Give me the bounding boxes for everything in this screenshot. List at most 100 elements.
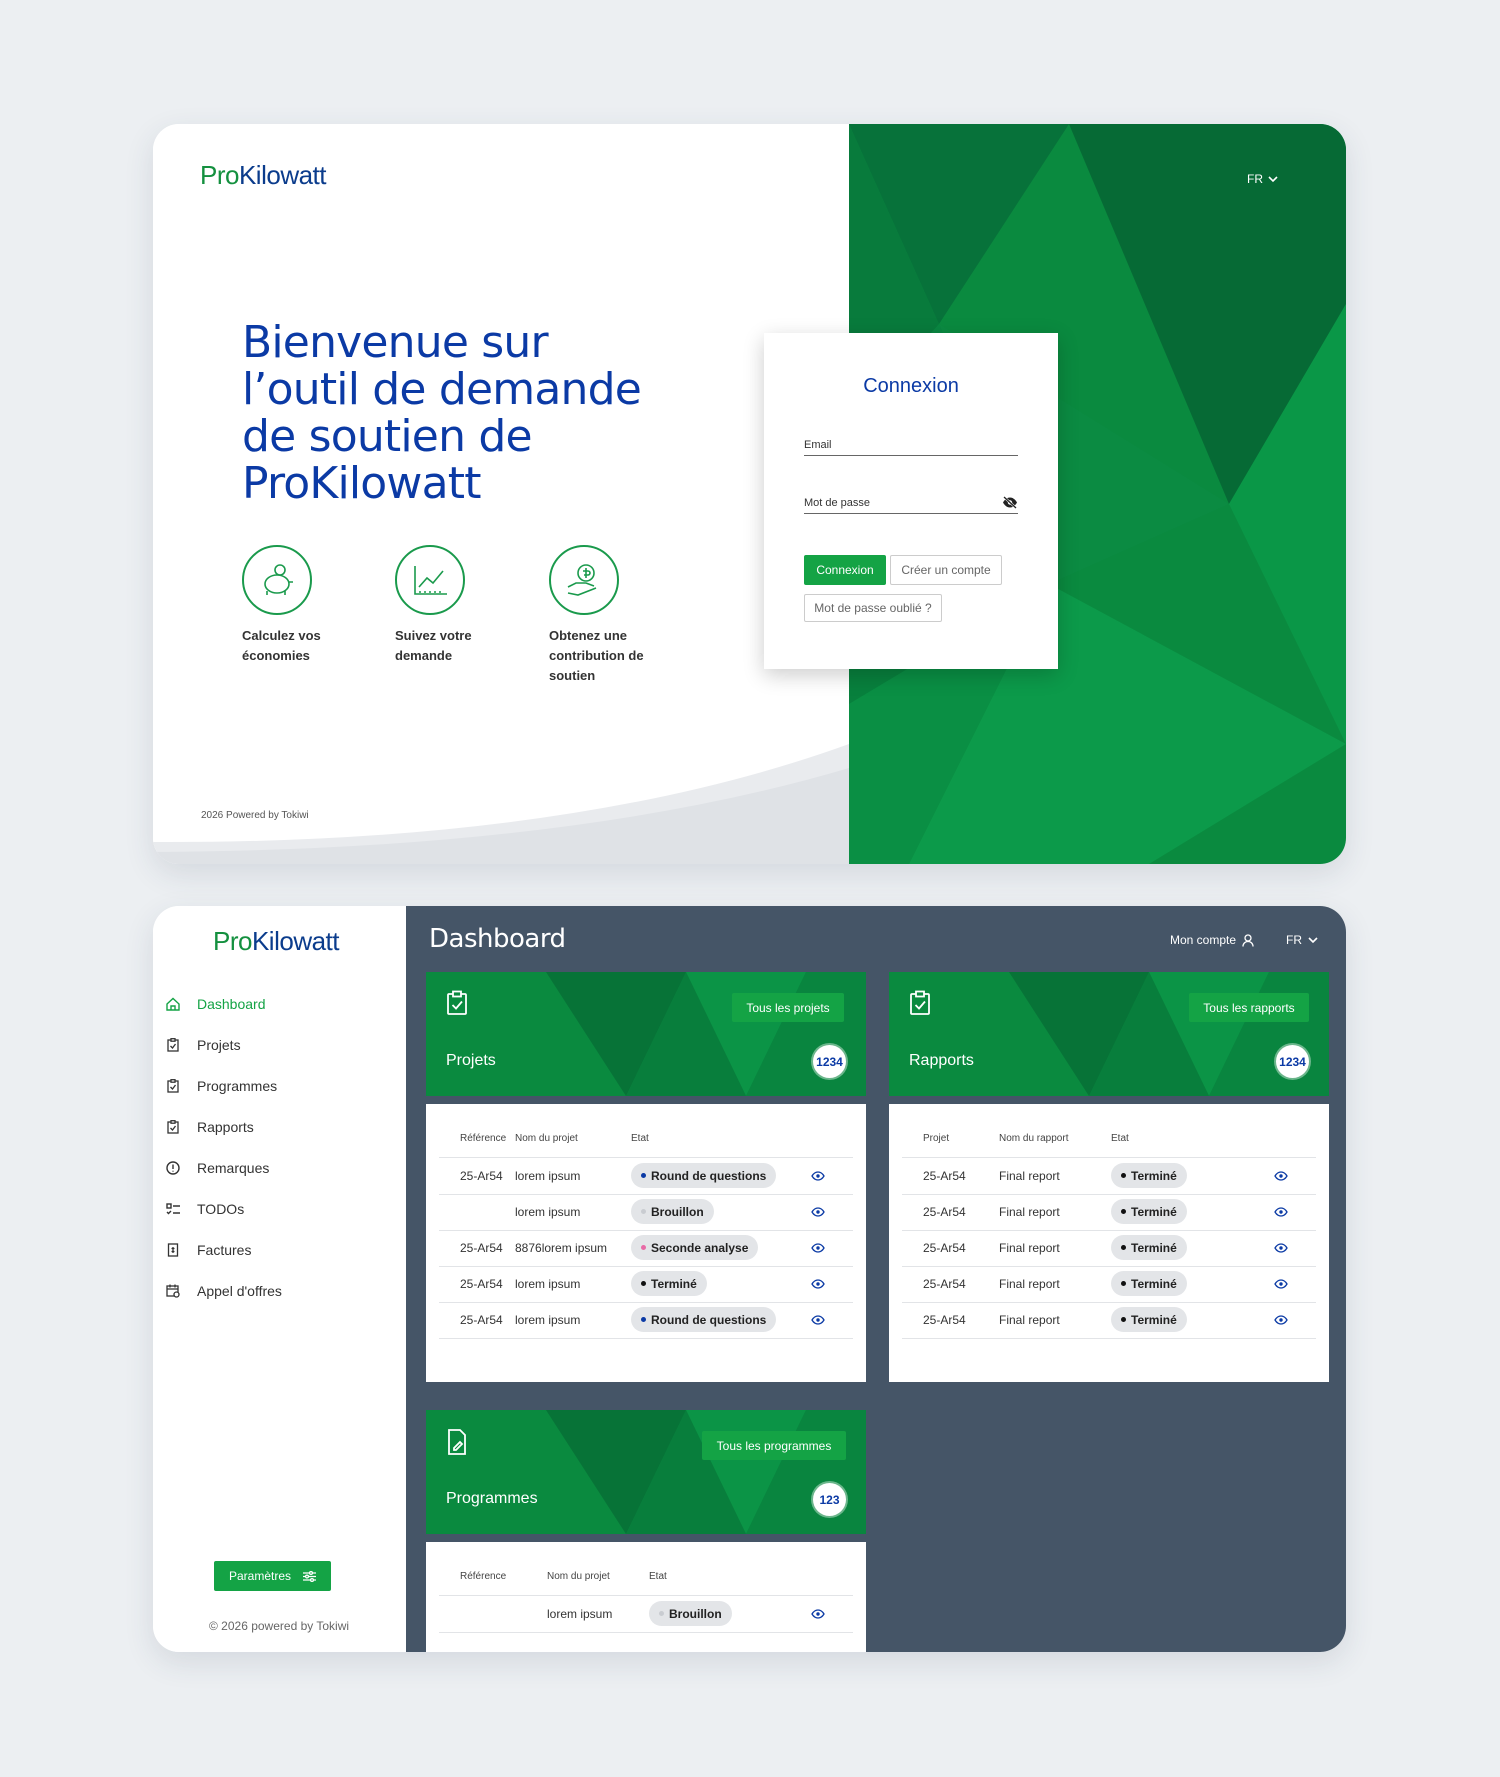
view-eye-icon[interactable] (811, 1207, 825, 1217)
forgot-password-button[interactable]: Mot de passe oublié ? (804, 594, 942, 622)
reference-cell: 25-Ar54 (460, 1241, 503, 1255)
reference-cell: 25-Ar54 (923, 1169, 966, 1183)
name-cell: lorem ipsum (515, 1313, 581, 1327)
sidebar-item-programmes[interactable]: Programmes (165, 1078, 277, 1094)
feature-contribution: Obtenez une contribution de soutien (549, 545, 659, 686)
feature-tracking: Suivez votre demande (395, 545, 505, 666)
password-label: Mot de passe (804, 497, 871, 509)
status-label: Brouillon (669, 1606, 722, 1621)
projects-table: Référence Nom du projet Etat 25-Ar54 lorem i… (426, 1104, 866, 1382)
status-badge: Terminé (1111, 1271, 1187, 1296)
view-eye-icon[interactable] (1274, 1315, 1288, 1325)
status-dot (1121, 1245, 1126, 1250)
sidebar-item-label: Remarques (197, 1160, 270, 1176)
table-row: 25-Ar54 Final report Terminé (889, 1302, 1329, 1338)
status-badge: Brouillon (631, 1199, 714, 1224)
column-header: Nom du rapport (999, 1133, 1069, 1144)
checklist-icon (165, 1201, 181, 1217)
polygon-pattern (546, 1410, 866, 1534)
sidebar-item-label: Factures (197, 1242, 252, 1258)
view-eye-icon[interactable] (811, 1171, 825, 1181)
view-eye-icon[interactable] (811, 1279, 825, 1289)
divider (902, 1338, 1316, 1339)
programmes-panel-header: Tous les programmes Programmes 123 (426, 1410, 866, 1534)
status-badge: Terminé (1111, 1163, 1187, 1188)
email-field[interactable]: Email (804, 439, 1018, 456)
status-label: Round de questions (651, 1312, 767, 1327)
table-row: 25-Ar54 lorem ipsum Round de questions (426, 1302, 866, 1338)
view-eye-icon[interactable] (811, 1243, 825, 1253)
reference-cell: 25-Ar54 (923, 1205, 966, 1219)
status-label: Terminé (1131, 1240, 1177, 1255)
create-account-button[interactable]: Créer un compte (890, 555, 1002, 585)
language-selector[interactable]: FR (1247, 172, 1278, 186)
prokilowatt-logo: ProKilowatt (213, 926, 340, 956)
sidebar-item-appel-offres[interactable]: Appel d'offres (165, 1283, 282, 1299)
column-header: Référence (460, 1571, 507, 1582)
login-button[interactable]: Connexion (804, 555, 886, 585)
sidebar-item-dashboard[interactable]: Dashboard (165, 996, 266, 1012)
settings-button[interactable]: Paramètres (214, 1561, 331, 1591)
login-form: Connexion Email Mot de passe Connexion C… (764, 333, 1058, 669)
all-programmes-button[interactable]: Tous les programmes (702, 1431, 846, 1460)
all-reports-button[interactable]: Tous les rapports (1189, 993, 1309, 1022)
sidebar-item-projets[interactable]: Projets (165, 1037, 241, 1053)
feature-label: Suivez votre demande (395, 628, 472, 663)
status-dot (1121, 1209, 1126, 1214)
sidebar-item-label: Appel d'offres (197, 1283, 282, 1299)
status-label: Terminé (1131, 1168, 1177, 1183)
status-dot (641, 1317, 646, 1322)
account-menu[interactable]: Mon compte (1170, 933, 1254, 947)
sidebar-item-label: Projets (197, 1037, 241, 1053)
all-projects-button[interactable]: Tous les projets (732, 993, 844, 1022)
status-label: Terminé (1131, 1312, 1177, 1327)
status-badge: Round de questions (631, 1307, 777, 1332)
sidebar-item-label: TODOs (197, 1201, 245, 1217)
view-eye-icon[interactable] (1274, 1171, 1288, 1181)
clipboard-check-icon (165, 1037, 181, 1053)
programmes-table: Référence Nom du projet Etat lorem ipsum Bro… (426, 1542, 866, 1652)
password-field[interactable]: Mot de passe (804, 496, 1018, 514)
column-header: Nom du projet (547, 1571, 610, 1582)
table-row: 25-Ar54 Final report Terminé (889, 1158, 1329, 1194)
table-row: lorem ipsum Brouillon (426, 1194, 866, 1230)
info-circle-icon (165, 1160, 181, 1176)
view-eye-icon[interactable] (811, 1315, 825, 1325)
status-label: Seconde analyse (651, 1240, 749, 1255)
view-eye-icon[interactable] (1274, 1279, 1288, 1289)
sidebar-item-todos[interactable]: TODOs (165, 1201, 244, 1217)
status-label: Round de questions (651, 1168, 767, 1183)
reference-cell: 25-Ar54 (923, 1277, 966, 1291)
view-eye-icon[interactable] (811, 1609, 825, 1619)
count-badge: 1234 (1276, 1045, 1309, 1078)
eye-off-icon[interactable] (1002, 496, 1018, 509)
sidebar-item-remarques[interactable]: Remarques (165, 1160, 269, 1176)
status-label: Brouillon (651, 1204, 704, 1219)
email-label: Email (804, 439, 832, 451)
status-dot (641, 1281, 646, 1286)
document-edit-icon (448, 1429, 466, 1455)
view-eye-icon[interactable] (1274, 1207, 1288, 1217)
column-header: Etat (649, 1571, 667, 1582)
sidebar-item-rapports[interactable]: Rapports (165, 1119, 254, 1135)
page-title: Dashboard (429, 924, 566, 954)
language-code: FR (1286, 933, 1302, 947)
sliders-icon (303, 1570, 317, 1582)
language-code: FR (1247, 172, 1263, 186)
polygon-pattern (546, 972, 866, 1096)
panel-title: Programmes (446, 1490, 538, 1507)
name-cell: lorem ipsum (515, 1169, 581, 1183)
sidebar-item-factures[interactable]: Factures (165, 1242, 251, 1258)
divider (439, 1632, 853, 1633)
status-dot (641, 1209, 646, 1214)
clipboard-check-icon (910, 990, 930, 1015)
sidebar-item-label: Programmes (197, 1078, 278, 1094)
view-eye-icon[interactable] (1274, 1243, 1288, 1253)
column-header: Etat (1111, 1133, 1129, 1144)
status-label: Terminé (1131, 1276, 1177, 1291)
reference-cell: 25-Ar54 (923, 1313, 966, 1327)
clipboard-check-icon (165, 1119, 181, 1135)
name-cell: Final report (999, 1313, 1060, 1327)
language-selector[interactable]: FR (1286, 933, 1318, 947)
polygon-pattern (1009, 972, 1329, 1096)
